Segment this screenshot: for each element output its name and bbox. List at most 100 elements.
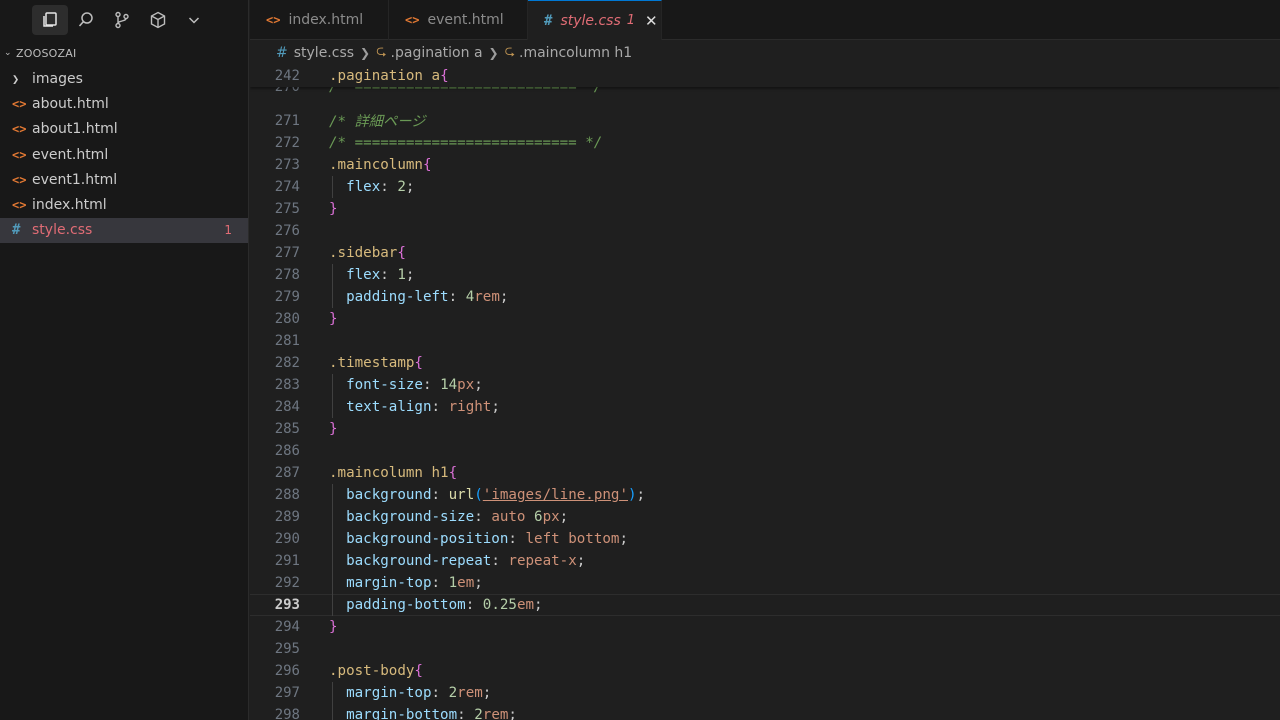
line-number: 290 — [274, 531, 300, 547]
code-line[interactable]: 282 .timestamp{ — [250, 352, 1280, 374]
code-text: } — [329, 619, 338, 635]
code-line[interactable]: 278 flex: 1; — [250, 264, 1280, 286]
line-number: 271 — [274, 113, 300, 129]
explorer-button[interactable] — [32, 5, 68, 35]
code-line[interactable]: 275} — [250, 198, 1280, 220]
code-line[interactable]: 298 margin-bottom: 2rem; — [250, 704, 1280, 720]
tab-style-css[interactable]: # style.css 1 ✕ — [528, 0, 662, 40]
code-line[interactable]: 283 font-size: 14px; — [250, 374, 1280, 396]
code-line[interactable]: 287 .maincolumn h1{ — [250, 462, 1280, 484]
code-text: .maincolumn h1{ — [329, 465, 458, 481]
tab-event-html[interactable]: <> event.html — [389, 0, 528, 40]
code-line[interactable]: 293 padding-bottom: 0.25em; — [250, 594, 1280, 616]
code-line[interactable]: 273 .maincolumn{ — [250, 154, 1280, 176]
code-line[interactable]: 284 text-align: right; — [250, 396, 1280, 418]
code-text: } — [329, 421, 338, 437]
problem-count-badge: 1 — [224, 223, 232, 238]
code-line[interactable]: 295 — [250, 638, 1280, 660]
file-label: style.css — [32, 222, 93, 239]
tab-label: index.html — [288, 12, 364, 28]
source-control-button[interactable] — [104, 5, 140, 35]
chevron-right-icon: ❯ — [360, 46, 371, 60]
file-label: about.html — [32, 95, 109, 112]
line-number: 281 — [274, 333, 300, 349]
editor-tabs: <> index.html <> event.html # style.css … — [250, 0, 1280, 40]
chevron-right-icon: ❯ — [488, 46, 499, 60]
code-line[interactable]: 291 background-repeat: repeat-x; — [250, 550, 1280, 572]
file-about1-html[interactable]: <> about1.html — [0, 117, 248, 142]
code-text: .timestamp{ — [329, 355, 423, 371]
file-tree: ❯ images <> about.html <> about1.html <>… — [0, 66, 248, 244]
line-number: 296 — [274, 663, 300, 679]
line-number: 295 — [274, 641, 300, 657]
code-text: /* 詳細ページ — [329, 114, 426, 130]
chevron-down-icon — [188, 17, 200, 24]
line-number: 282 — [274, 355, 300, 371]
breadcrumb-selector-2[interactable]: .maincolumn h1 — [519, 45, 632, 61]
code-text: } — [329, 201, 338, 217]
code-text: /* ========================== */ — [329, 135, 603, 151]
line-number: 277 — [274, 245, 300, 261]
code-line[interactable]: 288 background: url('images/line.png'); — [250, 484, 1280, 506]
cube-icon — [150, 11, 166, 29]
code-line[interactable]: 292 margin-top: 1em; — [250, 572, 1280, 594]
code-line[interactable]: 281 — [250, 330, 1280, 352]
breadcrumb: # style.css ❯ ⮎ .pagination a ❯ ⮎ .mainc… — [250, 41, 1280, 65]
tab-index-html[interactable]: <> index.html — [250, 0, 389, 40]
code-line[interactable]: 274 flex: 2; — [250, 176, 1280, 198]
extensions-button[interactable] — [140, 5, 176, 35]
search-button[interactable] — [68, 5, 104, 35]
folder-images[interactable]: ❯ images — [0, 66, 248, 91]
code-text: .maincolumn{ — [329, 157, 432, 173]
code-line[interactable]: 297 margin-top: 2rem; — [250, 682, 1280, 704]
breadcrumb-selector-1[interactable]: .pagination a — [391, 45, 483, 61]
code-line[interactable]: 272 /* ========================== */ — [250, 132, 1280, 154]
code-text: flex: 1; — [346, 267, 415, 283]
code-line[interactable]: 279 padding-left: 4rem; — [250, 286, 1280, 308]
sticky-code: .pagination a{ — [329, 68, 449, 84]
line-number: 285 — [274, 421, 300, 437]
code-line[interactable]: 290 background-position: left bottom; — [250, 528, 1280, 550]
symbol-class-icon: ⮎ — [504, 44, 516, 59]
code-line[interactable]: 280} — [250, 308, 1280, 330]
code-text: } — [329, 311, 338, 327]
html-file-icon: <> — [12, 147, 27, 162]
explorer-section-header[interactable]: ⌄ ZOOSOZAI — [0, 40, 248, 66]
tab-label: style.css — [560, 12, 621, 29]
file-style-css[interactable]: # style.css 1 — [0, 217, 248, 244]
html-file-icon: <> — [266, 13, 281, 27]
line-number: 298 — [274, 707, 300, 720]
close-icon[interactable]: ✕ — [645, 12, 658, 30]
code-line[interactable]: 271 /* 詳細ページ — [250, 110, 1280, 132]
breadcrumb-file[interactable]: style.css — [294, 45, 354, 61]
code-line[interactable]: 294} — [250, 616, 1280, 638]
file-label: event1.html — [32, 171, 118, 188]
code-line[interactable]: 286 — [250, 440, 1280, 462]
code-line[interactable]: 276 — [250, 220, 1280, 242]
code-line[interactable]: 296 .post-body{ — [250, 660, 1280, 682]
code-text: .post-body{ — [329, 663, 423, 679]
file-index-html[interactable]: <> index.html — [0, 192, 248, 217]
line-number: 274 — [274, 179, 300, 195]
more-views-button[interactable] — [176, 5, 212, 35]
html-file-icon: <> — [12, 96, 27, 111]
file-label: images — [32, 70, 83, 87]
code-text: margin-bottom: 2rem; — [346, 707, 517, 720]
workspace-name: ZOOSOZAI — [16, 46, 77, 60]
code-line[interactable]: 289 background-size: auto 6px; — [250, 506, 1280, 528]
html-file-icon: <> — [12, 122, 27, 137]
code-editor[interactable]: 242 .pagination a{ 270/* ===============… — [250, 65, 1280, 720]
file-about-html[interactable]: <> about.html — [0, 91, 248, 116]
line-number: 278 — [274, 267, 300, 283]
sticky-scroll-line[interactable]: 242 .pagination a{ — [250, 65, 1280, 87]
code-line[interactable]: 277 .sidebar{ — [250, 242, 1280, 264]
code-text: background: url('images/line.png'); — [346, 487, 646, 503]
line-number: 279 — [274, 289, 300, 305]
html-file-icon: <> — [405, 13, 420, 27]
file-event-html[interactable]: <> event.html — [0, 142, 248, 167]
indent-guide — [332, 484, 333, 616]
code-text: padding-bottom: 0.25em; — [346, 597, 543, 613]
file-event1-html[interactable]: <> event1.html — [0, 167, 248, 192]
line-number: 291 — [274, 553, 300, 569]
code-line[interactable]: 285} — [250, 418, 1280, 440]
